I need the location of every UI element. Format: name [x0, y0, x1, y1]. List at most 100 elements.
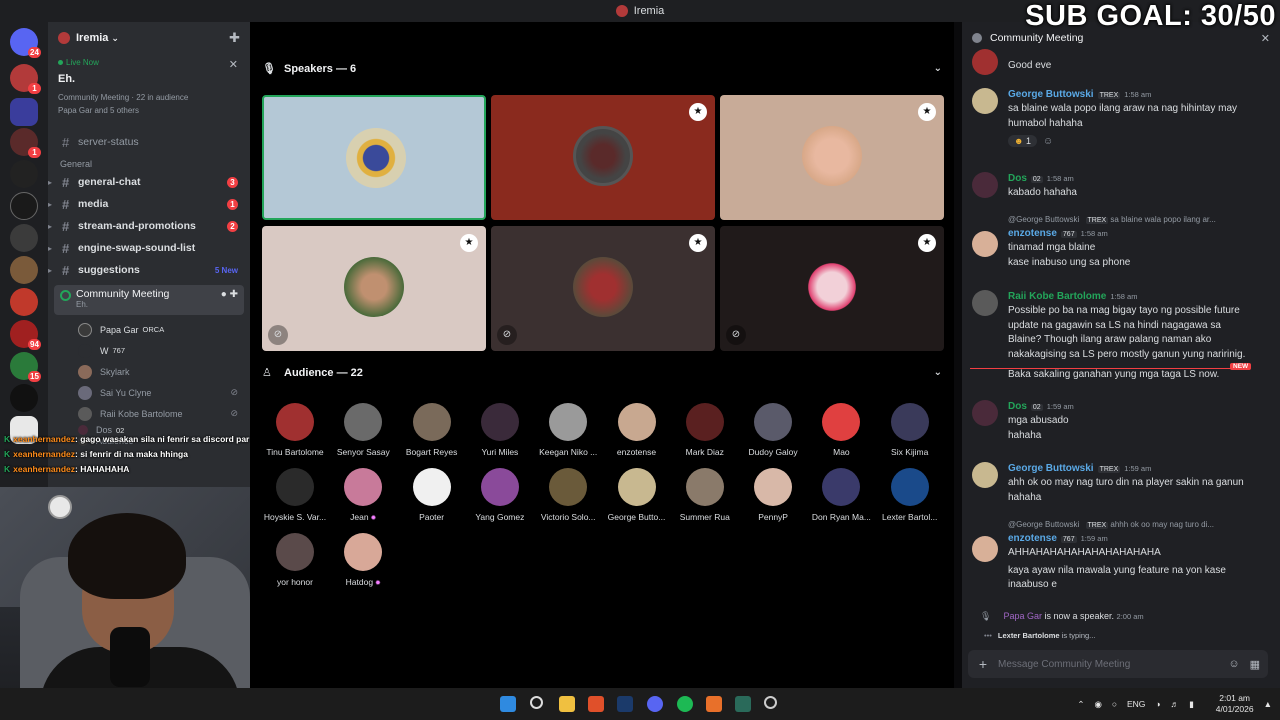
- audience-member[interactable]: Don Ryan Ma...: [807, 468, 875, 522]
- stage-member[interactable]: Raii Kobe Bartolome ⊘: [78, 403, 238, 424]
- stage-member[interactable]: W 767: [78, 340, 238, 361]
- file-explorer-icon[interactable]: [559, 696, 575, 712]
- stage-member[interactable]: Papa Gar ORCA: [78, 319, 238, 340]
- server-icon-9[interactable]: 94: [10, 320, 41, 350]
- audience-member[interactable]: Mao: [807, 403, 875, 457]
- app-icon-terminal[interactable]: [735, 696, 751, 712]
- volume-icon[interactable]: ♬: [1171, 699, 1180, 709]
- system-user[interactable]: Papa Gar: [1003, 611, 1042, 621]
- speaker-tile[interactable]: ★ ⊘: [720, 226, 944, 351]
- audience-member[interactable]: Victorio Solo...: [534, 468, 602, 522]
- chat-bubble-icon[interactable]: ● ✚: [221, 289, 238, 300]
- stage-member[interactable]: Skylark: [78, 361, 238, 382]
- audience-member[interactable]: Hatdog ✹: [329, 533, 397, 587]
- direct-messages-icon[interactable]: 24: [10, 28, 41, 58]
- channel-general-chat[interactable]: ▸ # general-chat 3: [48, 171, 244, 193]
- channel-suggestions[interactable]: ▸ # suggestions 5 New: [48, 259, 244, 281]
- audience-member[interactable]: Dudoy Galoy: [739, 403, 807, 457]
- audience-member[interactable]: yor honor: [261, 533, 329, 587]
- discord-icon[interactable]: [647, 696, 663, 712]
- author-name[interactable]: Dos: [1008, 401, 1027, 412]
- attach-plus-icon[interactable]: +: [968, 656, 998, 672]
- audience-member[interactable]: George Butto...: [603, 468, 671, 522]
- avatar[interactable]: [972, 231, 998, 257]
- server-icon-11[interactable]: [10, 384, 38, 412]
- audience-member[interactable]: Hoyskie S. Var...: [261, 468, 329, 522]
- author-name[interactable]: enzotense: [1008, 228, 1057, 239]
- notification-icon[interactable]: ▲: [1264, 699, 1272, 709]
- server-icon-5[interactable]: [10, 192, 38, 220]
- speakers-section-header[interactable]: 🎙 Speakers — 6 ⌄: [262, 62, 942, 76]
- reply-preview[interactable]: @George Buttowski TREX sa blaine wala po…: [1008, 213, 1268, 227]
- server-icon-7[interactable]: [10, 256, 38, 284]
- mic-icon[interactable]: ○: [1112, 699, 1117, 709]
- audience-member[interactable]: Lexter Bartol...: [876, 468, 944, 522]
- add-reaction-icon[interactable]: ☺: [1043, 136, 1053, 147]
- close-icon[interactable]: ✕: [1261, 32, 1270, 45]
- channel-media[interactable]: ▸ # media 1: [48, 193, 244, 215]
- audience-member[interactable]: Senyor Sasay: [329, 403, 397, 457]
- server-iremia-icon[interactable]: 1: [10, 64, 41, 94]
- audience-member[interactable]: enzotense: [603, 403, 671, 457]
- author-name[interactable]: George Buttowski: [1008, 89, 1094, 100]
- channel-stream-and-promotions[interactable]: ▸ # stream-and-promotions 2: [48, 215, 244, 237]
- live-now-card[interactable]: Live Now ✕ Eh. Community Meeting · 22 in…: [54, 54, 244, 125]
- steam-icon[interactable]: [617, 696, 633, 712]
- audience-section-header[interactable]: ♙ Audience — 22 ⌄: [262, 366, 942, 380]
- chevron-down-icon[interactable]: ⌄: [934, 367, 942, 378]
- speaker-tile[interactable]: ★ ⊘: [491, 226, 715, 351]
- author-name[interactable]: Dos: [1008, 173, 1027, 184]
- network-icon[interactable]: ◉: [1094, 699, 1101, 710]
- avatar[interactable]: [972, 536, 998, 562]
- audience-member[interactable]: PennyP: [739, 468, 807, 522]
- channel-server-status[interactable]: # server-status: [54, 131, 244, 153]
- stage-member[interactable]: Sai Yu Clyne ⊘: [78, 382, 238, 403]
- reaction[interactable]: ☻ 1: [1008, 135, 1038, 147]
- server-header[interactable]: Iremia ⌄ ✚: [48, 22, 250, 54]
- language-indicator[interactable]: ENG: [1127, 699, 1145, 709]
- author-name[interactable]: George Buttowski: [1008, 463, 1094, 474]
- speaker-tile[interactable]: ★: [491, 95, 715, 220]
- server-icon-10[interactable]: 15: [10, 352, 41, 382]
- close-icon[interactable]: ✕: [229, 58, 238, 71]
- avatar[interactable]: [972, 462, 998, 488]
- message-composer[interactable]: + Message Community Meeting ☺ ▦: [968, 650, 1268, 678]
- brave-browser-icon[interactable]: [588, 696, 604, 712]
- spotify-icon[interactable]: [677, 696, 693, 712]
- windows-start-icon[interactable]: [500, 696, 516, 712]
- server-icon-3[interactable]: 1: [10, 128, 41, 158]
- server-pizzeria-icon[interactable]: [10, 288, 38, 316]
- obs-icon[interactable]: [764, 696, 777, 709]
- audience-member[interactable]: Six Kijima: [876, 403, 944, 457]
- server-sixnine-icon[interactable]: [10, 160, 38, 188]
- add-member-icon[interactable]: ✚: [229, 30, 240, 46]
- channel-engine-swap-sound-list[interactable]: ▸ # engine-swap-sound-list: [48, 237, 244, 259]
- stage-channel-community-meeting[interactable]: Community Meeting Eh. ● ✚: [54, 285, 244, 315]
- audience-member[interactable]: Jean ✹: [329, 468, 397, 522]
- audience-member[interactable]: Yuri Miles: [466, 403, 534, 457]
- author-name[interactable]: enzotense: [1008, 533, 1057, 544]
- audience-member[interactable]: Summer Rua: [671, 468, 739, 522]
- reply-preview[interactable]: @George Buttowski TREX ahhh ok oo may na…: [1008, 518, 1268, 532]
- app-icon-a[interactable]: [706, 696, 722, 712]
- avatar[interactable]: [972, 88, 998, 114]
- audience-member[interactable]: Tinu Bartolome: [261, 403, 329, 457]
- audience-member[interactable]: Paoter: [398, 468, 466, 522]
- avatar[interactable]: [972, 49, 998, 75]
- server-icon-2[interactable]: [10, 98, 38, 126]
- speaker-tile[interactable]: ★: [720, 95, 944, 220]
- author-name[interactable]: Raii Kobe Bartolome: [1008, 291, 1106, 302]
- search-icon[interactable]: [530, 696, 543, 709]
- message-input[interactable]: Message Community Meeting: [998, 659, 1130, 670]
- avatar[interactable]: [972, 290, 998, 316]
- category-general[interactable]: General: [60, 159, 250, 169]
- audience-member[interactable]: Mark Diaz: [671, 403, 739, 457]
- audience-member[interactable]: Yang Gomez: [466, 468, 534, 522]
- clock[interactable]: 2:01 am 4/01/2026: [1206, 693, 1254, 715]
- tray-overflow-icon[interactable]: ⌃: [1077, 699, 1084, 710]
- chevron-down-icon[interactable]: ⌄: [934, 63, 942, 74]
- emoji-icon[interactable]: ☺: [1228, 658, 1239, 670]
- speaker-tile[interactable]: [262, 95, 486, 220]
- server-icon-6[interactable]: [10, 224, 38, 252]
- audience-member[interactable]: Keegan Niko ...: [534, 403, 602, 457]
